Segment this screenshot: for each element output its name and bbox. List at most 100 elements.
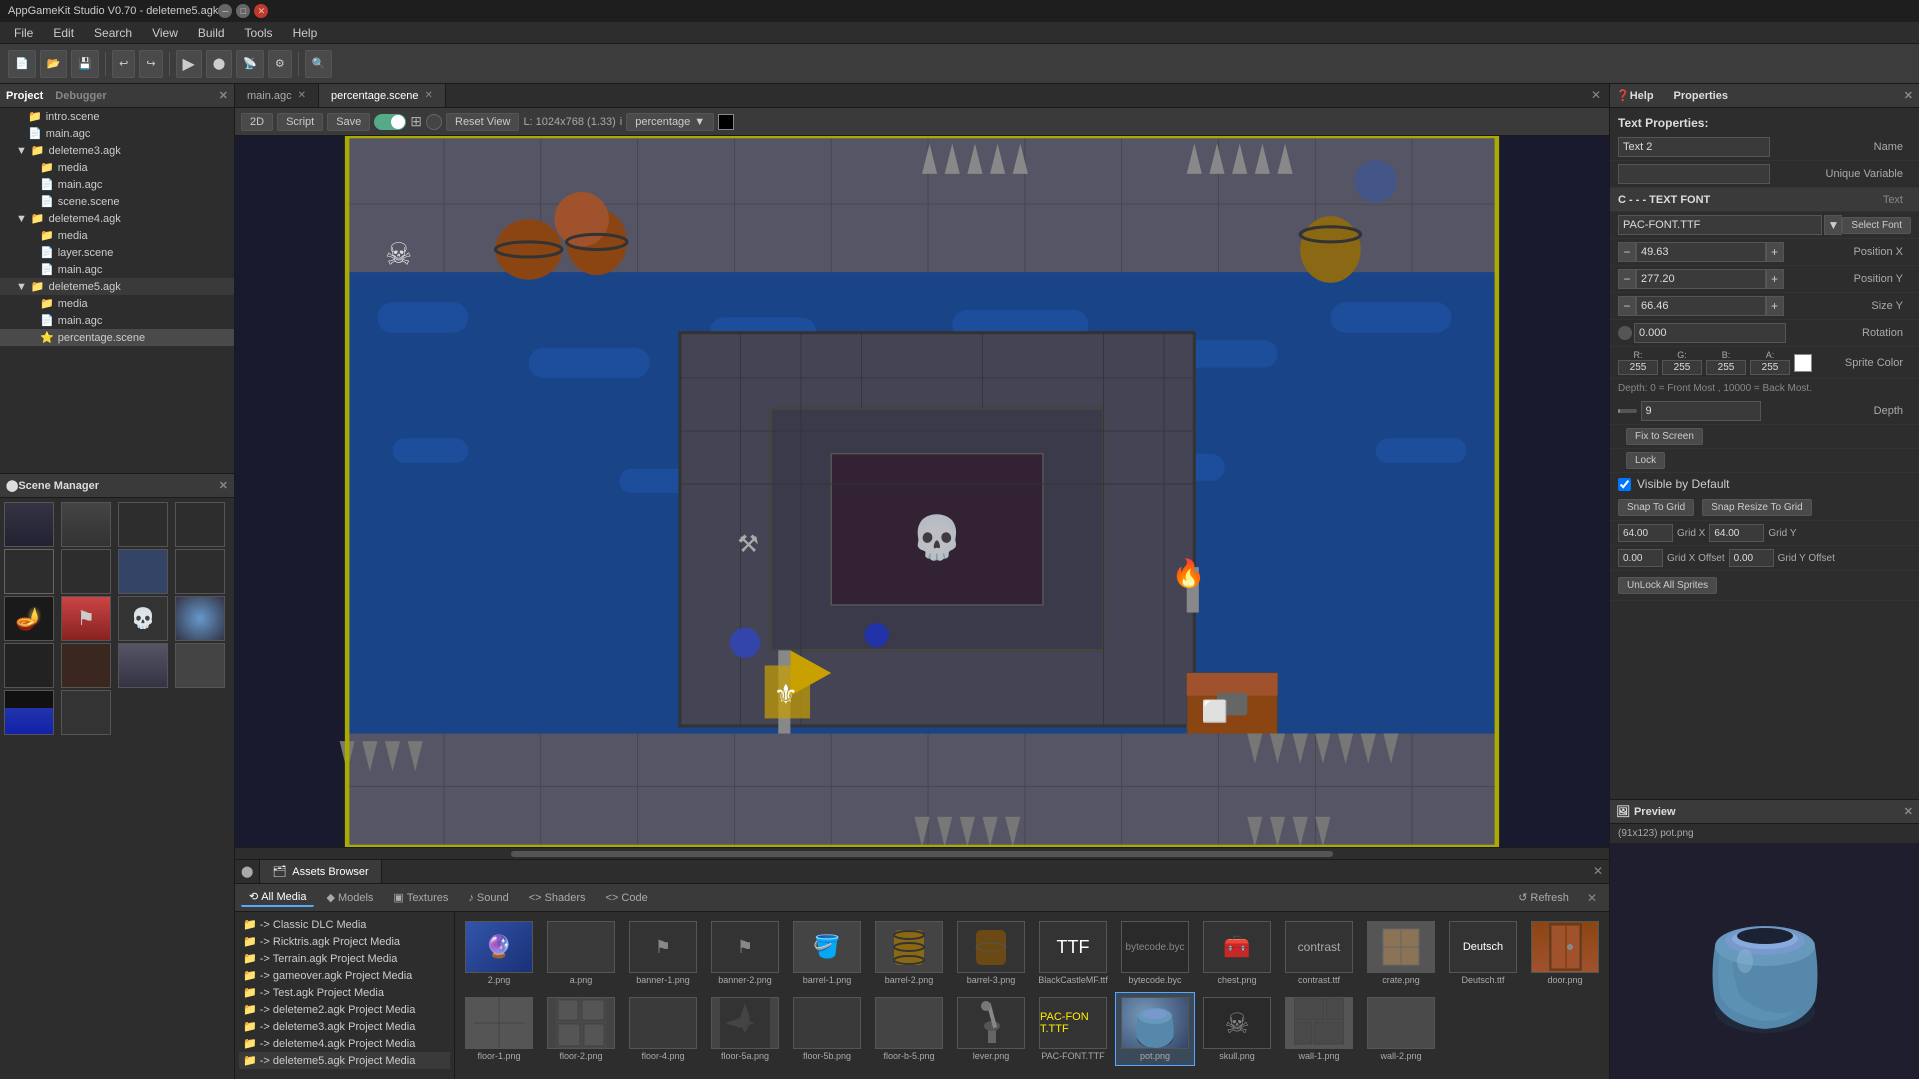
menu-tools[interactable]: Tools: [235, 24, 283, 42]
menu-help[interactable]: Help: [283, 24, 328, 42]
all-media-button[interactable]: ⟲ All Media: [241, 888, 314, 907]
scene-thumb-1[interactable]: [4, 502, 54, 547]
save-scene-button[interactable]: Save: [327, 113, 370, 131]
file-floor2[interactable]: floor-2.png: [541, 992, 621, 1066]
props-help-label[interactable]: Help: [1630, 90, 1654, 102]
props-close[interactable]: ✕: [1904, 89, 1913, 102]
scene-thumb-11[interactable]: 💀: [118, 596, 168, 641]
snap-to-grid-button[interactable]: Snap To Grid: [1618, 499, 1694, 516]
file-skull[interactable]: ☠ skull.png: [1197, 992, 1277, 1066]
menu-build[interactable]: Build: [188, 24, 235, 42]
file-barrel1[interactable]: 🪣 barrel-1.png: [787, 916, 867, 990]
redo-button[interactable]: ↪: [139, 50, 162, 78]
grid-y-offset-input[interactable]: [1729, 549, 1774, 567]
asset-tree-item-1[interactable]: 📁 -> Classic DLC Media: [239, 916, 450, 933]
scene-manager-close[interactable]: ✕: [219, 479, 228, 492]
name-input[interactable]: [1618, 137, 1770, 157]
scene-thumb-15[interactable]: [118, 643, 168, 688]
tab-main-agc-close[interactable]: ✕: [298, 90, 306, 101]
asset-tree-item-4[interactable]: 📁 -> gameover.agk Project Media: [239, 967, 450, 984]
tree-intro-scene[interactable]: 📁 intro.scene: [0, 108, 234, 125]
file-wall2[interactable]: wall-2.png: [1361, 992, 1441, 1066]
file-blackcastle[interactable]: TTF BlackCastleMF.ttf: [1033, 916, 1113, 990]
asset-tree-item-6[interactable]: 📁 -> deleteme2.agk Project Media: [239, 1001, 450, 1018]
file-banner2[interactable]: ⚑ banner-2.png: [705, 916, 785, 990]
menu-edit[interactable]: Edit: [43, 24, 84, 42]
asset-tree-item-2[interactable]: 📁 -> Ricktris.agk Project Media: [239, 933, 450, 950]
models-button[interactable]: ◆ Models: [318, 889, 381, 906]
size-y-plus[interactable]: +: [1766, 296, 1784, 316]
project-panel-close[interactable]: ✕: [219, 89, 228, 102]
file-crate[interactable]: crate.png: [1361, 916, 1441, 990]
lock-button[interactable]: Lock: [1626, 452, 1665, 469]
scene-thumb-12[interactable]: [175, 596, 225, 641]
menu-view[interactable]: View: [142, 24, 188, 42]
shaders-button[interactable]: <> Shaders: [521, 890, 594, 906]
scene-thumb-6[interactable]: [61, 549, 111, 594]
grid-y-input[interactable]: [1709, 524, 1764, 542]
tab-close-all[interactable]: ✕: [1583, 84, 1609, 107]
grid-x-input[interactable]: [1618, 524, 1673, 542]
mode-script-button[interactable]: Script: [277, 113, 323, 131]
tree-deleteme5[interactable]: ▼ 📁 deleteme5.agk: [0, 278, 234, 295]
asset-tree-item-5[interactable]: 📁 -> Test.agk Project Media: [239, 984, 450, 1001]
mode-2d-button[interactable]: 2D: [241, 113, 273, 131]
menu-file[interactable]: File: [4, 24, 43, 42]
file-floor5b[interactable]: floor-5b.png: [787, 992, 867, 1066]
grid-x-offset-input[interactable]: [1618, 549, 1663, 567]
pos-x-plus[interactable]: +: [1766, 242, 1784, 262]
tree-scene-scene[interactable]: 📄 scene.scene: [0, 193, 234, 210]
rotation-input[interactable]: [1634, 323, 1786, 343]
fix-to-screen-button[interactable]: Fix to Screen: [1626, 428, 1703, 445]
file-barrel3[interactable]: barrel-3.png: [951, 916, 1031, 990]
file-contrast[interactable]: contrast contrast.ttf: [1279, 916, 1359, 990]
file-bytecode[interactable]: bytecode.byc bytecode.byc: [1115, 916, 1195, 990]
pos-y-minus[interactable]: −: [1618, 269, 1636, 289]
settings-button[interactable]: ⚙: [268, 50, 292, 78]
assets-close[interactable]: ✕: [1581, 887, 1603, 909]
select-font-button[interactable]: Select Font: [1842, 217, 1911, 234]
textures-button[interactable]: ▣ Textures: [385, 889, 456, 906]
tree-deleteme3[interactable]: ▼ 📁 deleteme3.agk: [0, 142, 234, 159]
pos-y-input[interactable]: [1636, 269, 1766, 289]
scene-thumb-2[interactable]: [61, 502, 111, 547]
color-swatch[interactable]: [718, 114, 734, 130]
tree-deleteme4[interactable]: ▼ 📁 deleteme4.agk: [0, 210, 234, 227]
file-floor5a[interactable]: floor-5a.png: [705, 992, 785, 1066]
file-banner1[interactable]: ⚑ banner-1.png: [623, 916, 703, 990]
debug-button[interactable]: ⬤: [206, 50, 232, 78]
reset-view-button[interactable]: Reset View: [446, 113, 519, 131]
tree-media-2[interactable]: 📁 media: [0, 227, 234, 244]
scene-thumb-13[interactable]: [4, 643, 54, 688]
pos-x-minus[interactable]: −: [1618, 242, 1636, 262]
scene-thumb-16[interactable]: [175, 643, 225, 688]
sound-button[interactable]: ♪ Sound: [460, 890, 516, 906]
file-wall1[interactable]: wall-1.png: [1279, 992, 1359, 1066]
depth-input[interactable]: [1641, 401, 1761, 421]
scene-thumb-18[interactable]: [61, 690, 111, 735]
tab-percentage-scene[interactable]: percentage.scene ✕: [319, 84, 446, 107]
preview-close[interactable]: ✕: [1904, 805, 1913, 818]
refresh-button[interactable]: ↺ Refresh: [1510, 889, 1577, 906]
size-y-minus[interactable]: −: [1618, 296, 1636, 316]
close-button[interactable]: ✕: [254, 4, 268, 18]
layer-dropdown[interactable]: percentage ▼: [626, 113, 714, 131]
color-r-input[interactable]: [1618, 360, 1658, 375]
scene-thumb-4[interactable]: [175, 502, 225, 547]
color-b-input[interactable]: [1706, 360, 1746, 375]
file-barrel2[interactable]: barrel-2.png: [869, 916, 949, 990]
scene-thumb-17[interactable]: [4, 690, 54, 735]
file-lever[interactable]: lever.png: [951, 992, 1031, 1066]
minimize-button[interactable]: ─: [218, 4, 232, 18]
snap-resize-button[interactable]: Snap Resize To Grid: [1702, 499, 1812, 516]
scene-thumb-8[interactable]: [175, 549, 225, 594]
horizontal-scrollbar[interactable]: [235, 847, 1609, 859]
grid-view-icon[interactable]: ⊞: [410, 113, 422, 130]
tree-media-1[interactable]: 📁 media: [0, 159, 234, 176]
file-apng[interactable]: a.png: [541, 916, 621, 990]
search-toolbar-button[interactable]: 🔍: [305, 50, 333, 78]
tab-main-agc[interactable]: main.agc ✕: [235, 84, 319, 107]
tab-percentage-close[interactable]: ✕: [424, 90, 432, 101]
color-a-input[interactable]: [1750, 360, 1790, 375]
file-door[interactable]: door.png: [1525, 916, 1605, 990]
